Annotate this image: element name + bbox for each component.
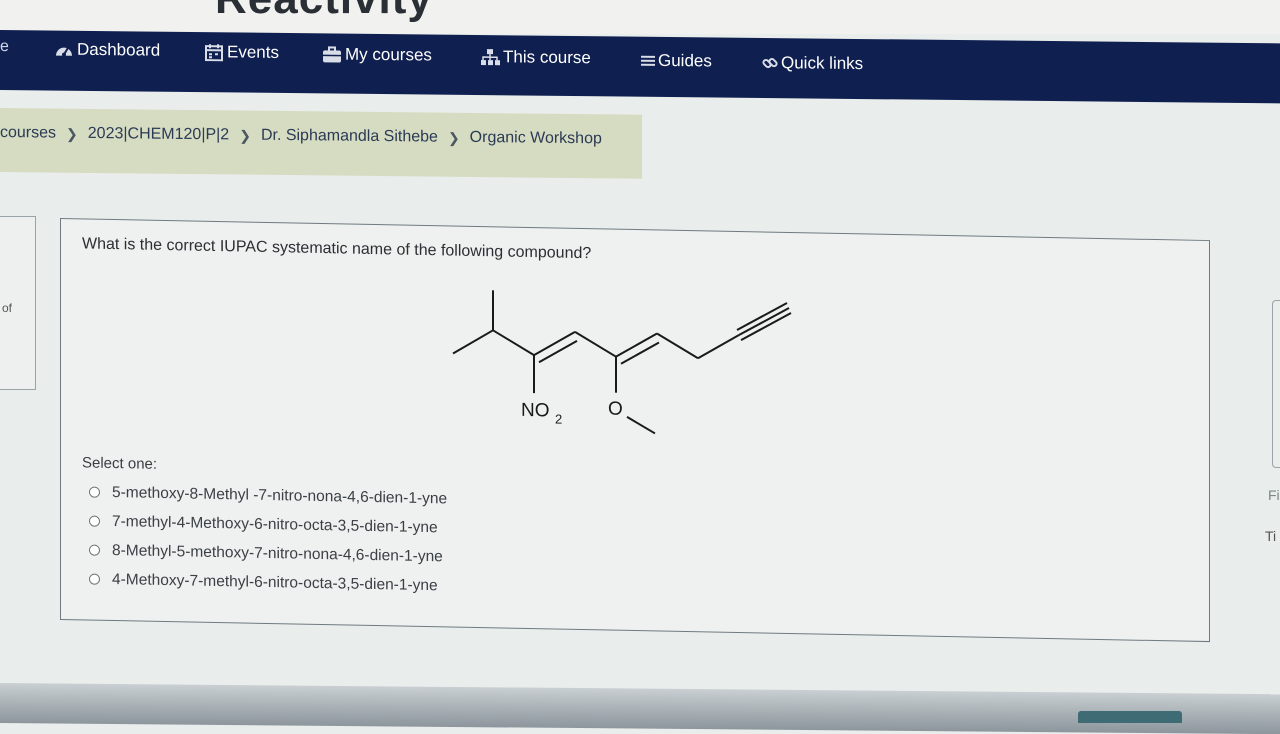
- quiz-navigation-panel: [1272, 300, 1280, 468]
- radio-button[interactable]: [89, 574, 100, 585]
- site-title: Reactivity: [215, 0, 433, 24]
- next-page-button[interactable]: [1078, 711, 1182, 723]
- bond: [616, 333, 657, 358]
- main-navbar: e Dashboard Events My courses This cours…: [0, 30, 1280, 103]
- nav-quick-links-label: Quick links: [781, 53, 863, 74]
- sitemap-icon: [480, 48, 500, 66]
- answer-option-label: 5-methoxy-8-Methyl -7-nitro-nona-4,6-die…: [112, 483, 447, 507]
- answer-option-label: 7-methyl-4-Methoxy-6-nitro-octa-3,5-dien…: [112, 512, 438, 536]
- bond: [453, 330, 493, 355]
- nav-dashboard[interactable]: Dashboard: [54, 40, 160, 61]
- briefcase-icon: [322, 45, 342, 63]
- finish-attempt-link[interactable]: Fi: [1268, 487, 1280, 503]
- nav-events-label: Events: [227, 42, 279, 63]
- quiz-info-text: of: [2, 301, 12, 315]
- link-icon: [762, 54, 778, 72]
- bond: [657, 333, 698, 358]
- question-text: What is the correct IUPAC systematic nam…: [82, 235, 591, 263]
- nav-quick-links[interactable]: Quick links: [762, 53, 863, 74]
- nav-this-course-label: This course: [503, 47, 591, 68]
- bond: [493, 330, 534, 355]
- nav-guides-label: Guides: [658, 51, 712, 72]
- answer-option-label: 4-Methoxy-7-methyl-6-nitro-octa-3,5-dien…: [112, 570, 438, 594]
- breadcrumb: courses ❯ 2023|CHEM120|P|2 ❯ Dr. Siphama…: [0, 124, 602, 148]
- nav-events[interactable]: Events: [204, 42, 279, 63]
- select-one-label: Select one:: [82, 454, 157, 472]
- bond: [534, 331, 575, 356]
- time-left-label: Ti: [1265, 528, 1276, 544]
- breadcrumb-instructor[interactable]: Dr. Siphamandla Sithebe: [261, 127, 438, 147]
- bond: [698, 334, 739, 359]
- nitro-label: NO: [521, 400, 549, 422]
- nav-edge-text: e: [0, 38, 9, 56]
- bond: [575, 332, 616, 357]
- answer-option[interactable]: 4-Methoxy-7-methyl-6-nitro-octa-3,5-dien…: [89, 565, 447, 601]
- double-bond: [621, 342, 659, 365]
- nitro-subscript: 2: [555, 412, 562, 427]
- chevron-right-icon: ❯: [448, 129, 460, 146]
- chemical-structure: NO 2 O: [441, 281, 801, 438]
- triple-bond: [741, 312, 791, 341]
- list-icon: [641, 52, 655, 70]
- chevron-right-icon: ❯: [239, 127, 251, 144]
- question-card: What is the correct IUPAC systematic nam…: [60, 218, 1210, 642]
- radio-button[interactable]: [89, 487, 100, 498]
- breadcrumb-bar: courses ❯ 2023|CHEM120|P|2 ❯ Dr. Siphama…: [0, 108, 642, 179]
- nav-my-courses-label: My courses: [345, 45, 432, 66]
- breadcrumb-workshop[interactable]: Organic Workshop: [470, 129, 602, 148]
- nav-dashboard-label: Dashboard: [77, 40, 160, 61]
- bond: [627, 417, 655, 434]
- page-footer: [0, 683, 1280, 734]
- page-header: Reactivity: [0, 0, 1280, 34]
- dashboard-icon: [54, 41, 74, 59]
- breadcrumb-courses[interactable]: courses: [0, 124, 56, 143]
- nav-this-course[interactable]: This course: [480, 47, 591, 68]
- chevron-right-icon: ❯: [66, 125, 78, 142]
- nav-guides[interactable]: Guides: [641, 51, 712, 72]
- radio-button[interactable]: [89, 545, 100, 556]
- nav-my-courses[interactable]: My courses: [322, 44, 432, 65]
- radio-button[interactable]: [89, 516, 100, 527]
- quiz-info-panel: of: [0, 216, 36, 390]
- answer-option-label: 8-Methyl-5-methoxy-7-nitro-nona-4,6-dien…: [112, 541, 443, 565]
- oxygen-label: O: [608, 399, 623, 420]
- double-bond: [539, 340, 577, 363]
- answer-options: 5-methoxy-8-Methyl -7-nitro-nona-4,6-die…: [89, 478, 447, 601]
- breadcrumb-course-code[interactable]: 2023|CHEM120|P|2: [88, 125, 229, 144]
- triple-bond: [737, 302, 787, 331]
- calendar-icon: [204, 43, 224, 61]
- triple-bond: [739, 307, 789, 336]
